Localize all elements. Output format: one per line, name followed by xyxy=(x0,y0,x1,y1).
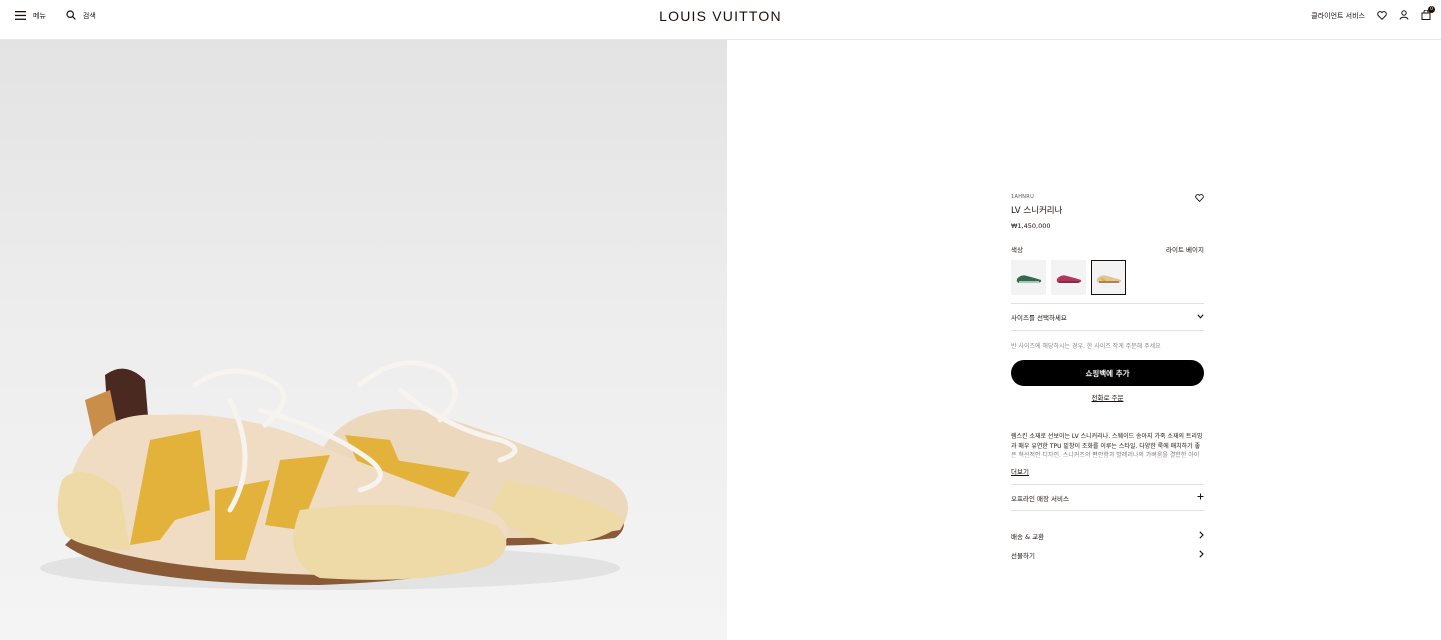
gift-label: 선물하기 xyxy=(1011,552,1035,560)
offline-service-accordion[interactable]: 오프라인 매장 서비스 xyxy=(1011,484,1204,511)
swatch-pink[interactable] xyxy=(1051,260,1086,295)
shoe-thumbnail-green xyxy=(1016,274,1041,283)
account-icon[interactable] xyxy=(1399,10,1409,22)
chevron-down-icon xyxy=(1197,313,1204,321)
swatch-green[interactable] xyxy=(1011,260,1046,295)
color-row: 색상 라이트 베이지 xyxy=(1011,244,1204,254)
product-name: LV 스니커리나 xyxy=(1011,206,1063,216)
product-image-sneakers xyxy=(40,360,628,590)
chevron-right-icon xyxy=(1199,550,1204,560)
product-description: 렘스킨 소재로 선보이는 LV 스니커리나. 스웨이드 송아지 가죽 소재의 트… xyxy=(1011,432,1204,462)
add-to-wishlist-button[interactable] xyxy=(1195,194,1204,204)
phone-order-link[interactable]: 전화로 주문 xyxy=(1011,392,1204,402)
header: 메뉴 검색 LOUIS VUITTON 클라이언트 서비스 0 xyxy=(0,0,1441,40)
color-label: 색상 xyxy=(1011,246,1023,254)
delivery-link[interactable]: 배송 & 교환 xyxy=(1011,531,1204,541)
size-note: 반 사이즈에 해당하시는 경우, 한 사이즈 작게 주문해 주세요 xyxy=(1011,343,1161,350)
offline-service-label: 오프라인 매장 서비스 xyxy=(1011,494,1069,503)
delivery-label: 배송 & 교환 xyxy=(1011,533,1045,541)
size-select-dropdown[interactable]: 사이즈를 선택하세요 xyxy=(1011,304,1204,331)
plus-icon xyxy=(1197,493,1204,502)
swatch-beige[interactable] xyxy=(1091,260,1126,295)
size-select-label: 사이즈를 선택하세요 xyxy=(1011,314,1067,322)
shoe-thumbnail-pink xyxy=(1056,274,1081,283)
product-info: 1AHNRU LV 스니커리나 ₩1,450,000 색상 라이트 베이지 사이… xyxy=(1011,194,1204,560)
cart-count-badge: 0 xyxy=(1428,6,1435,13)
client-service-link[interactable]: 클라이언트 서비스 xyxy=(1311,11,1365,21)
brand-logo[interactable]: LOUIS VUITTON xyxy=(0,8,1441,24)
heart-icon xyxy=(1195,194,1204,203)
shoe-thumbnail-beige xyxy=(1096,274,1121,283)
add-to-cart-button[interactable]: 쇼핑백에 추가 xyxy=(1011,360,1204,386)
read-more-link[interactable]: 더보기 xyxy=(1011,466,1029,476)
chevron-right-icon xyxy=(1199,531,1204,541)
cart-button[interactable]: 0 xyxy=(1421,6,1435,22)
gift-link[interactable]: 선물하기 xyxy=(1011,550,1204,560)
header-right: 클라이언트 서비스 0 xyxy=(1311,6,1435,22)
product-price: ₩1,450,000 xyxy=(1011,222,1051,230)
product-reference: 1AHNRU xyxy=(1011,194,1035,200)
color-value: 라이트 베이지 xyxy=(1166,246,1204,254)
color-swatches xyxy=(1011,260,1204,295)
wishlist-icon[interactable] xyxy=(1377,10,1387,22)
product-image-panel[interactable] xyxy=(0,40,727,640)
